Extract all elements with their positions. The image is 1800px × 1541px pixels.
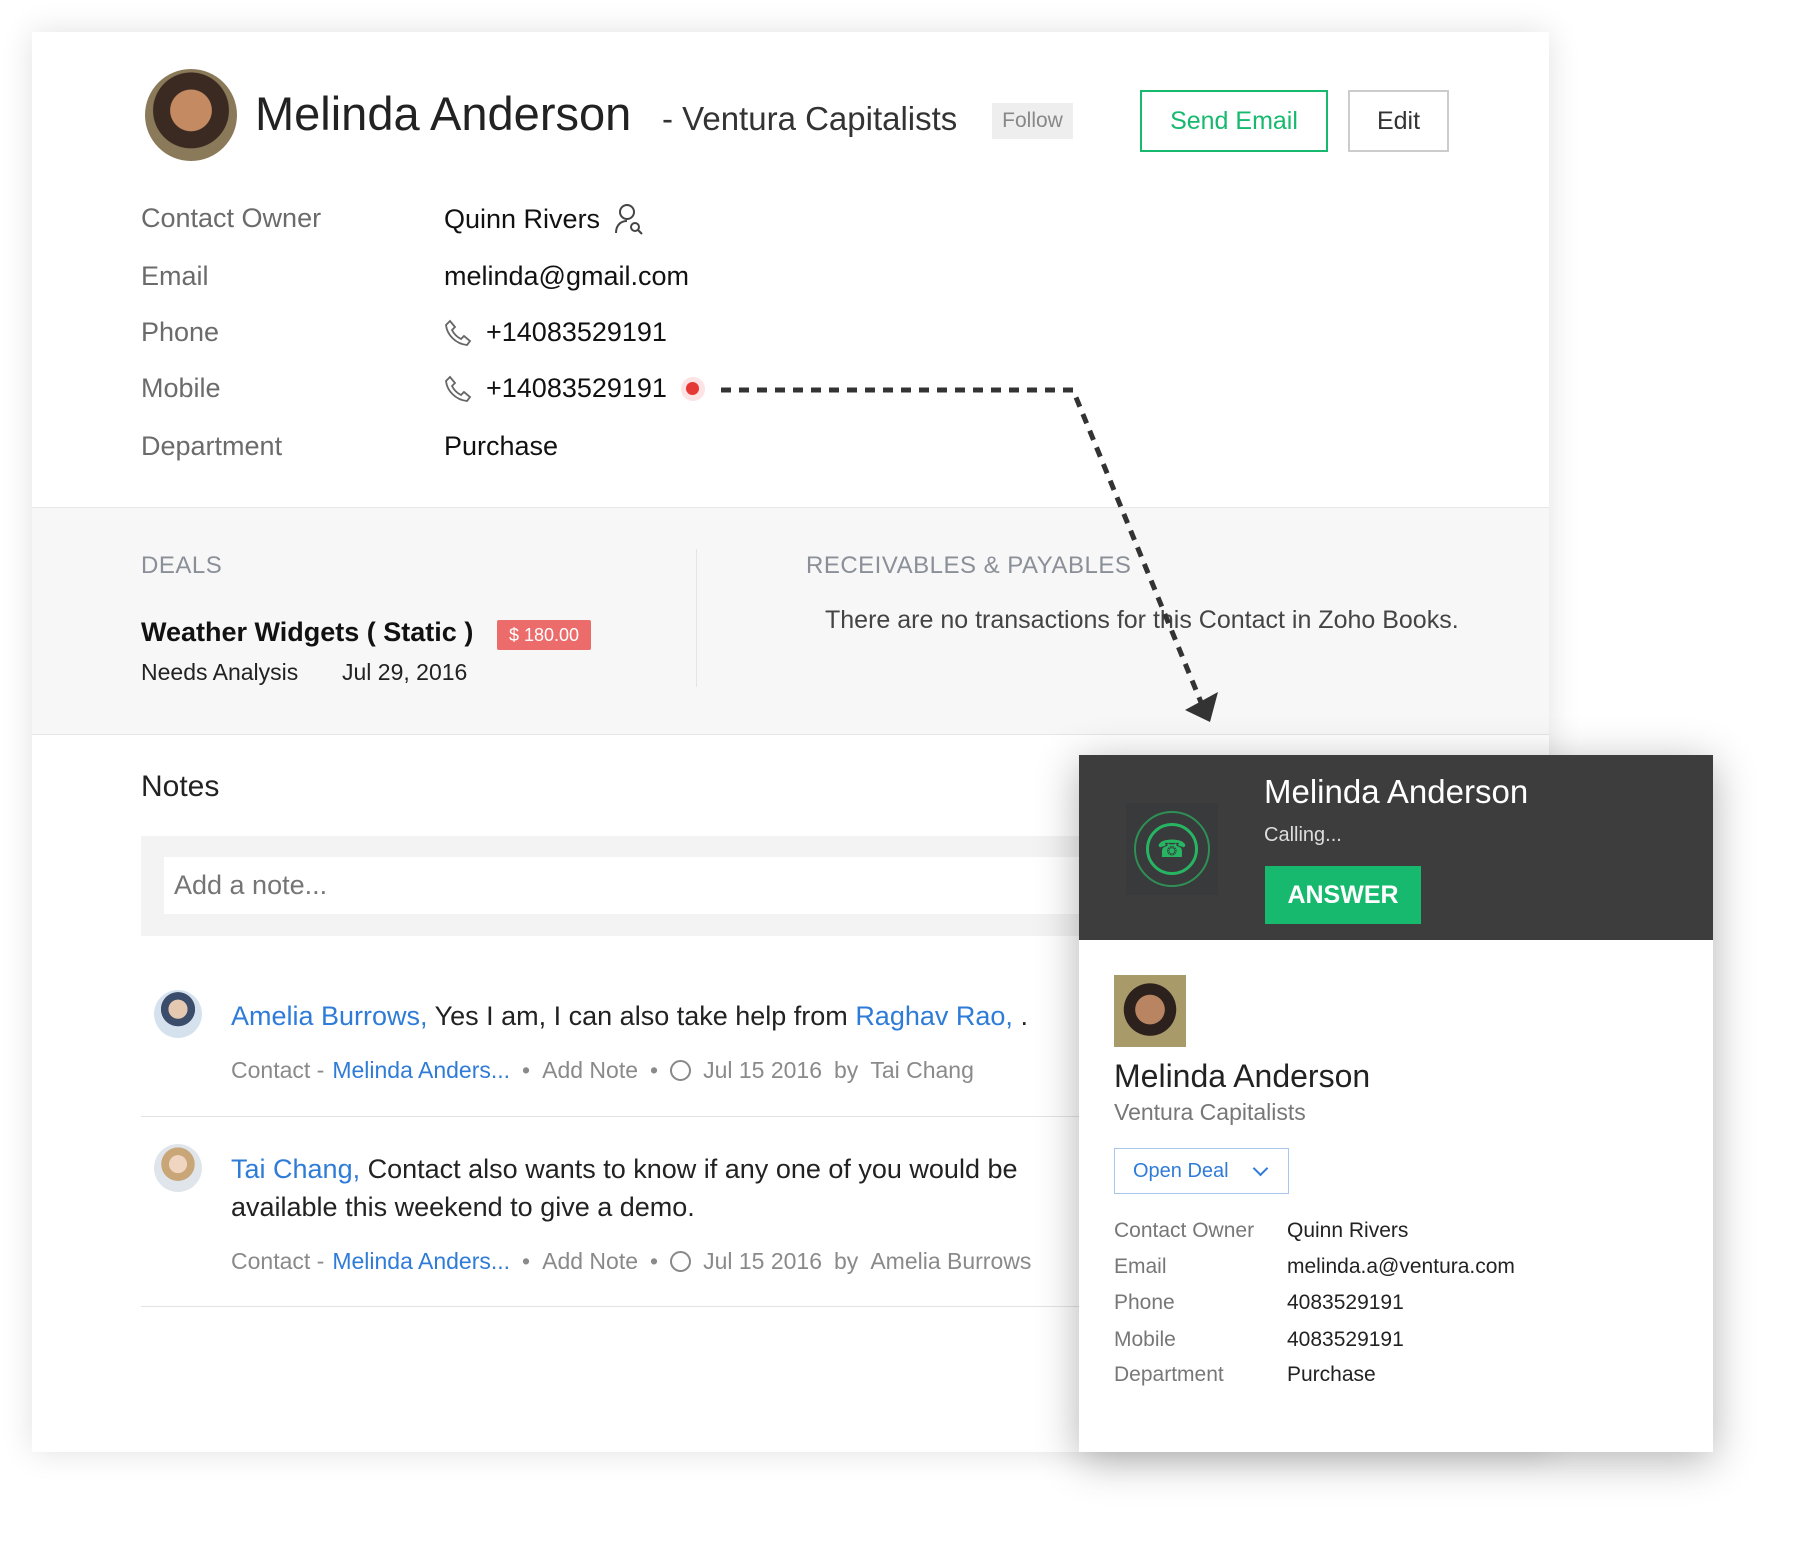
note-divider [141,1116,1101,1117]
clock-icon [670,1060,692,1081]
bullet: • [650,1248,659,1274]
note-author-avatar [154,1144,202,1192]
call-ring-icon: ☎ [1126,803,1218,895]
add-note-link[interactable]: Add Note [542,1057,638,1084]
note-by-name: Amelia Burrows [870,1248,1032,1274]
popup-label-email: Email [1114,1255,1167,1278]
by-label: by [834,1057,859,1083]
meta-prefix: Contact - [231,1057,325,1083]
popup-value-email: melinda.a@ventura.com [1287,1255,1515,1278]
note-body: Tai Chang, Contact also wants to know if… [231,1150,1071,1226]
note-author-avatar [154,990,202,1038]
note-author-link[interactable]: Tai Chang, [231,1154,360,1184]
popup-value-owner: Quinn Rivers [1287,1219,1409,1242]
popup-label-phone: Phone [1114,1291,1175,1314]
bullet: • [650,1057,659,1083]
note-input[interactable] [164,857,1084,914]
popup-label-owner: Contact Owner [1114,1219,1255,1242]
popup-value-mobile: 4083529191 [1287,1328,1404,1351]
add-note-link[interactable]: Add Note [542,1248,638,1275]
caller-photo [1114,975,1186,1047]
popup-company: Ventura Capitalists [1114,1099,1306,1125]
note-text: Yes I am, I can also take help from [434,1001,848,1031]
open-deal-dropdown[interactable]: Open Deal [1114,1148,1289,1194]
meta-prefix: Contact - [231,1248,325,1274]
note-time: Jul 15 2016 [703,1248,823,1274]
note-time: Jul 15 2016 [703,1057,823,1083]
note-by-name: Tai Chang [870,1057,974,1083]
answer-button[interactable]: ANSWER [1265,866,1421,924]
note-author-link[interactable]: Amelia Burrows, [231,1001,428,1031]
bullet: • [522,1248,531,1274]
by-label: by [834,1248,859,1274]
dashed-arrow-connector [721,387,1218,722]
open-deal-label: Open Deal [1133,1159,1229,1182]
popup-label-department: Department [1114,1363,1224,1386]
contact-link[interactable]: Melinda Anders... [332,1057,510,1084]
note-body: Amelia Burrows, Yes I am, I can also tak… [231,997,1131,1035]
caller-name: Melinda Anderson [1264,773,1529,810]
note-divider [141,1306,1101,1307]
contact-link[interactable]: Melinda Anders... [332,1248,510,1275]
popup-label-mobile: Mobile [1114,1328,1176,1351]
popup-value-phone: 4083529191 [1287,1291,1404,1314]
mention-link[interactable]: Raghav Rao, [855,1001,1013,1031]
call-status: Calling... [1264,824,1342,846]
popup-contact-name: Melinda Anderson [1114,1058,1371,1094]
note-meta: Contact - Melinda Anders... • Add Note • Jul … [231,1248,1031,1275]
incoming-call-popup: ☎ Melinda Anderson Calling... ANSWER Mel… [1079,755,1713,1452]
bullet: • [522,1057,531,1083]
chevron-down-icon [1252,1160,1268,1176]
clock-icon [670,1251,692,1272]
note-meta: Contact - Melinda Anders... • Add Note • Jul … [231,1057,974,1084]
note-tail: . [1020,1001,1028,1031]
popup-value-department: Purchase [1287,1363,1376,1386]
